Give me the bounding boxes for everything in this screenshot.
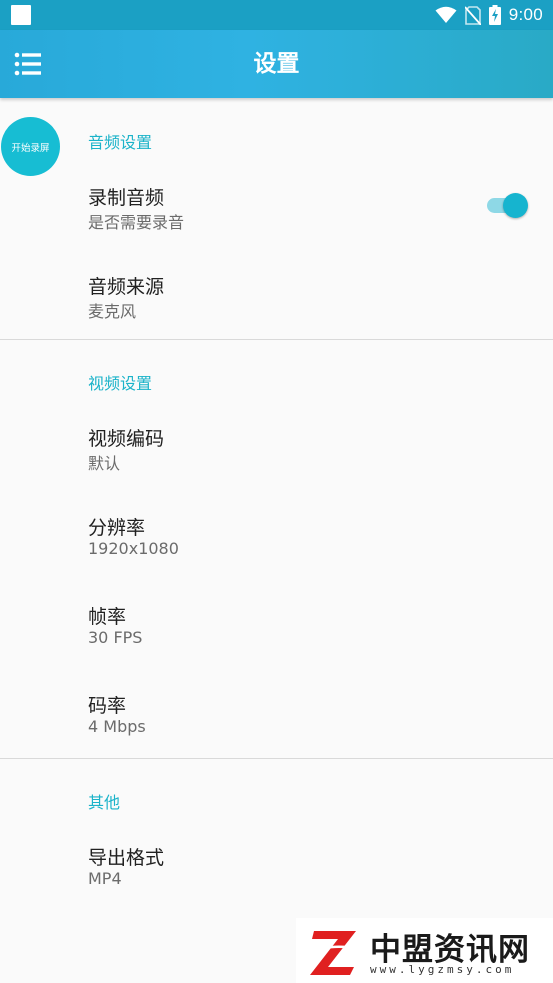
watermark: 中盟资讯网 www.lygzmsy.com	[296, 918, 553, 983]
pref-summary: 4 Mbps	[88, 717, 146, 736]
no-sim-icon	[464, 5, 481, 25]
pref-title: 帧率	[88, 606, 127, 628]
watermark-logo-icon	[309, 931, 361, 975]
pref-summary: MP4	[88, 869, 122, 888]
notification-square-icon	[11, 5, 31, 25]
divider	[0, 758, 553, 759]
pref-summary: 1920x1080	[88, 539, 179, 558]
status-time: 9:00	[508, 5, 543, 24]
status-bar: 9:00	[0, 0, 553, 30]
pref-title: 录制音频	[88, 187, 165, 209]
pref-summary: 是否需要录音	[88, 213, 185, 232]
pref-title: 导出格式	[88, 847, 165, 869]
switch-thumb	[503, 193, 528, 218]
pref-summary: 麦克风	[88, 302, 137, 321]
watermark-url: www.lygzmsy.com	[370, 963, 515, 976]
pref-summary: 默认	[88, 454, 121, 473]
pref-summary: 30 FPS	[88, 628, 143, 647]
pref-title: 视频编码	[88, 428, 165, 450]
start-recording-button[interactable]: 开始录屏	[1, 117, 60, 176]
page-title: 设置	[253, 51, 300, 77]
battery-charging-icon	[488, 5, 501, 25]
pref-title: 码率	[88, 695, 127, 717]
pref-title: 分辨率	[88, 517, 146, 539]
status-icons: 9:00	[435, 0, 543, 30]
section-header-audio: 音频设置	[88, 133, 153, 152]
divider	[0, 339, 553, 340]
pref-title: 音频来源	[88, 276, 165, 298]
wifi-icon	[435, 6, 457, 23]
app-bar: 设置	[0, 30, 553, 98]
section-header-video: 视频设置	[88, 374, 153, 393]
record-audio-switch[interactable]	[487, 192, 529, 220]
section-header-other: 其他	[88, 793, 121, 812]
